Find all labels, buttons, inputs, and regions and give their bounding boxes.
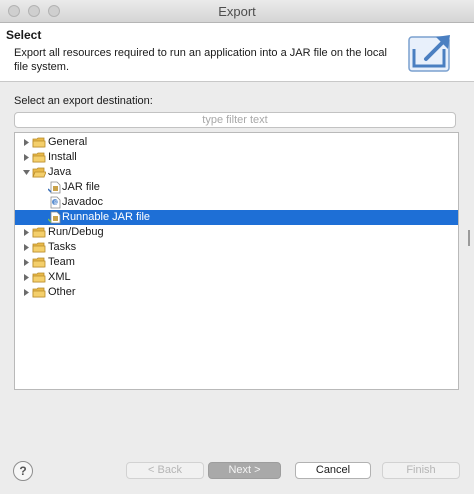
expand-arrow-icon[interactable] <box>22 243 31 252</box>
folder-icon <box>32 256 46 269</box>
folder-icon <box>32 286 46 299</box>
tree-item-label: Team <box>48 256 75 268</box>
expand-arrow-icon[interactable] <box>22 273 31 282</box>
cancel-button[interactable]: Cancel <box>295 462 371 479</box>
title-bar: Export <box>0 0 474 23</box>
tree-item-label: Runnable JAR file <box>62 211 151 223</box>
tree-item-general[interactable]: General <box>15 135 458 150</box>
runnable-jar-icon <box>48 211 62 224</box>
open-folder-icon <box>32 166 46 179</box>
tree-item-runnable-jar-file[interactable]: Runnable JAR file <box>15 210 458 225</box>
jar-file-icon <box>48 181 62 194</box>
tree-item-label: Other <box>48 286 76 298</box>
tree-item-install[interactable]: Install <box>15 150 458 165</box>
expand-arrow-icon[interactable] <box>22 153 31 162</box>
tree-item-xml[interactable]: XML <box>15 270 458 285</box>
page-title: Select <box>6 28 42 42</box>
tree-item-team[interactable]: Team <box>15 255 458 270</box>
svg-text:@: @ <box>54 200 59 206</box>
export-dialog: Export Select Export all resources requi… <box>0 0 474 494</box>
scrollbar[interactable] <box>468 230 470 246</box>
folder-icon <box>32 241 46 254</box>
help-button[interactable]: ? <box>13 461 33 481</box>
collapse-arrow-icon[interactable] <box>22 168 31 177</box>
tree-item-run-debug[interactable]: Run/Debug <box>15 225 458 240</box>
wizard-header: Select Export all resources required to … <box>0 23 474 82</box>
tree-item-label: General <box>48 136 88 148</box>
folder-icon <box>32 271 46 284</box>
javadoc-icon: @ <box>48 196 62 209</box>
folder-icon <box>32 226 46 239</box>
filter-input[interactable] <box>14 112 456 128</box>
expand-arrow-icon[interactable] <box>22 228 31 237</box>
expand-arrow-icon[interactable] <box>22 138 31 147</box>
tree-item-label: Install <box>48 151 77 163</box>
tree-item-tasks[interactable]: Tasks <box>15 240 458 255</box>
back-button[interactable]: < Back <box>126 462 204 479</box>
tree-item-label: Java <box>48 166 72 178</box>
tree-item-label: XML <box>48 271 71 283</box>
tree-item-label: Javadoc <box>62 196 103 208</box>
export-banner-icon <box>408 35 450 72</box>
expand-arrow-icon[interactable] <box>22 258 31 267</box>
folder-icon <box>32 136 46 149</box>
next-button[interactable]: Next > <box>208 462 281 479</box>
tree-item-label: Tasks <box>48 241 77 253</box>
tree-item-other[interactable]: Other <box>15 285 458 300</box>
tree-item-label: JAR file <box>62 181 100 193</box>
destination-label: Select an export destination: <box>14 95 153 107</box>
tree-item-javadoc[interactable]: @ Javadoc <box>15 195 458 210</box>
finish-button[interactable]: Finish <box>382 462 460 479</box>
tree-item-label: Run/Debug <box>48 226 104 238</box>
destination-tree[interactable]: General Install Java JAR file @ Javadoc … <box>14 132 459 390</box>
folder-icon <box>32 151 46 164</box>
tree-item-java[interactable]: Java <box>15 165 458 180</box>
tree-item-jar-file[interactable]: JAR file <box>15 180 458 195</box>
page-description: Export all resources required to run an … <box>14 47 387 73</box>
window-title: Export <box>218 4 256 19</box>
expand-arrow-icon[interactable] <box>22 288 31 297</box>
